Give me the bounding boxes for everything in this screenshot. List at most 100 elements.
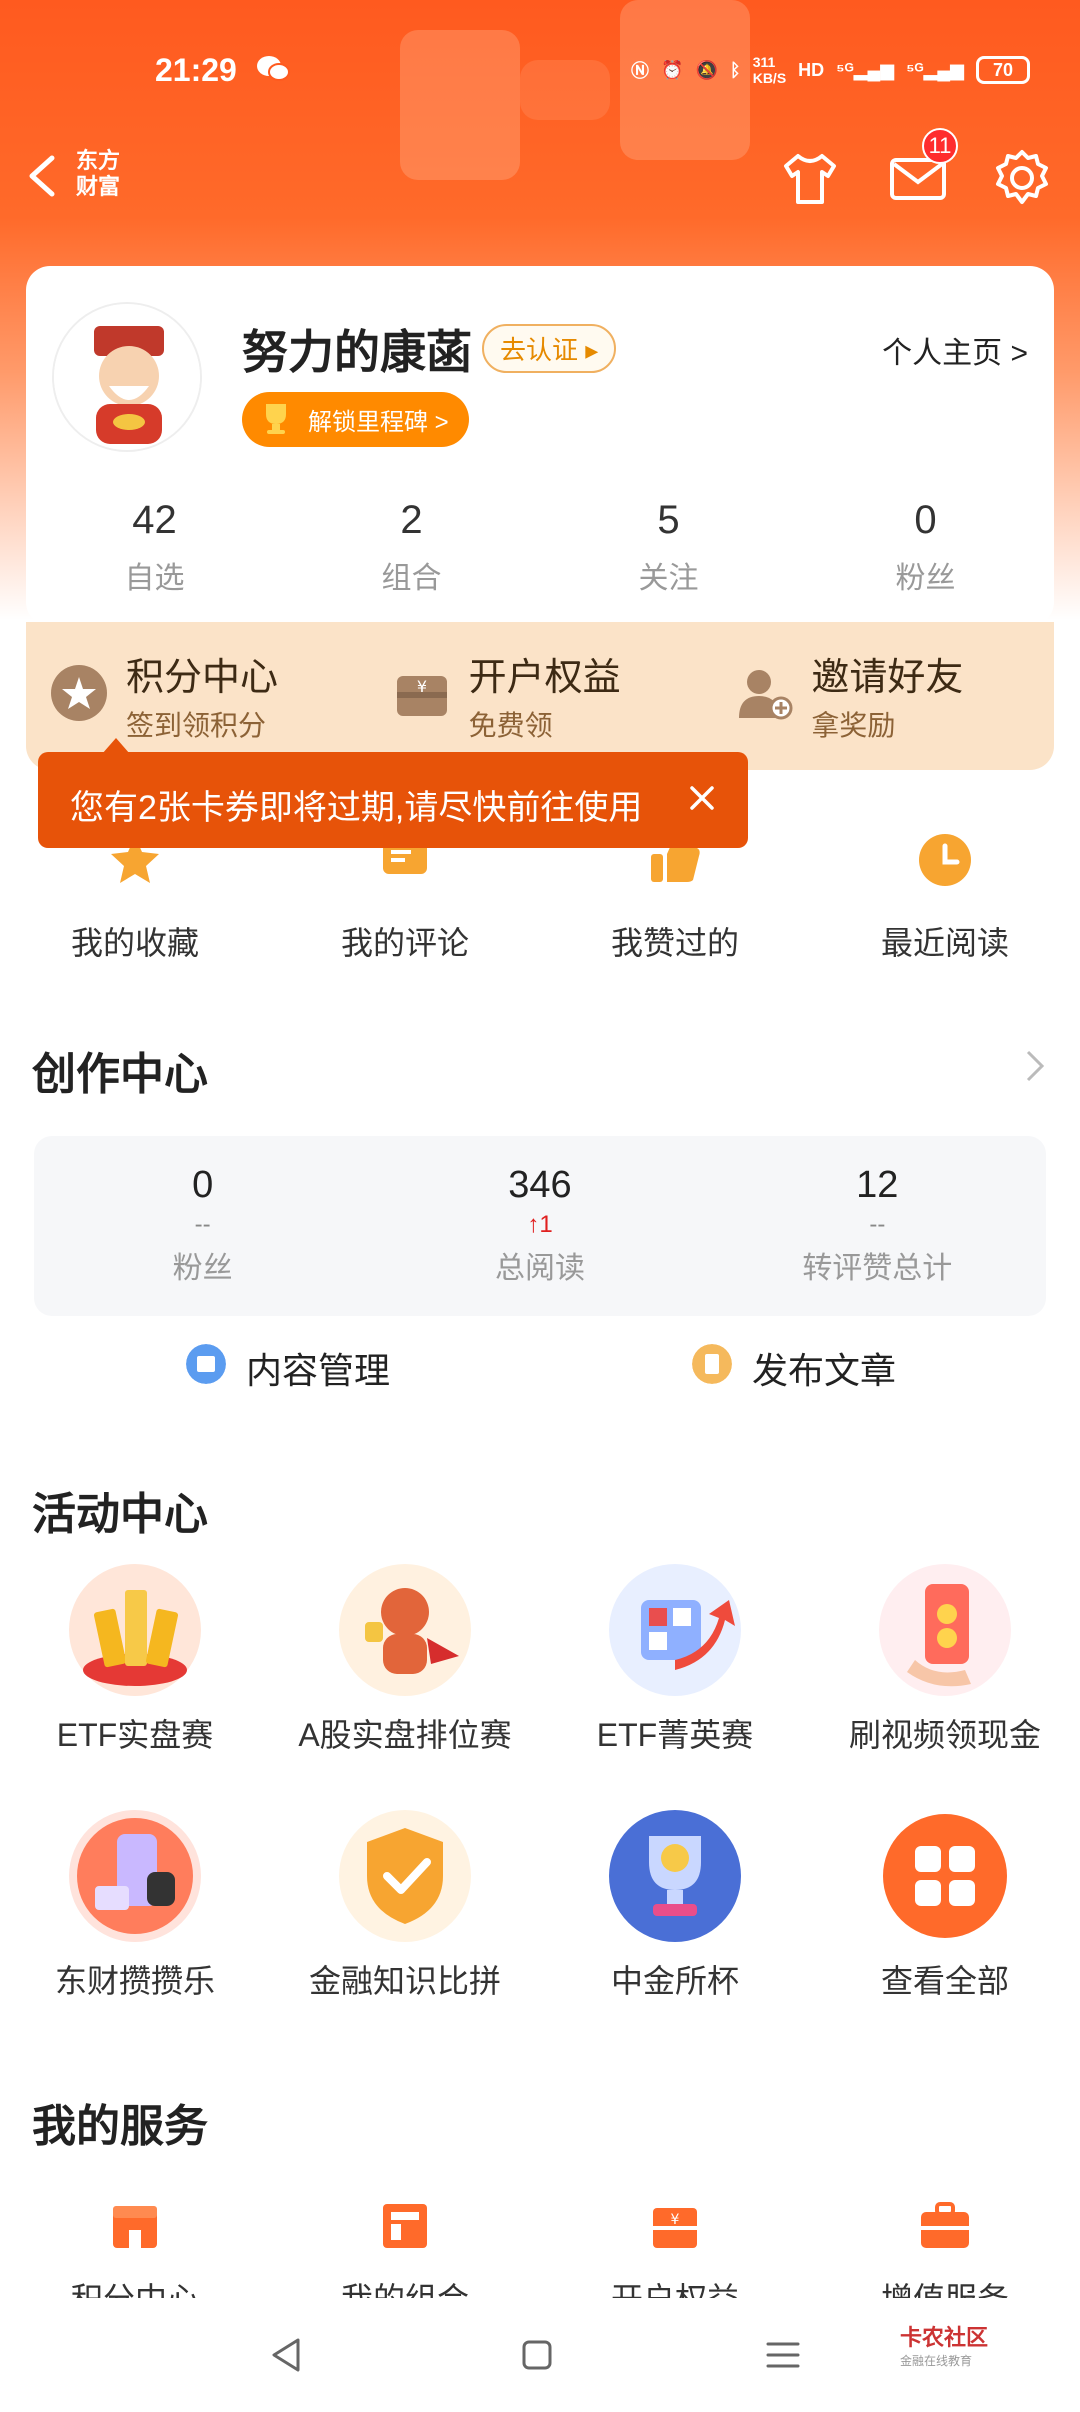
top-nav: 东方 财富 bbox=[0, 140, 1080, 220]
logo-text: 东方 bbox=[76, 148, 121, 173]
benefit-title: 邀请好友 bbox=[811, 657, 964, 699]
briefcase-icon bbox=[921, 2202, 969, 2248]
activity-a-share-ranking[interactable]: A股实盘排位赛 bbox=[270, 1560, 540, 1780]
trophy-image bbox=[609, 1810, 741, 1942]
benefit-title: 积分中心 bbox=[126, 657, 279, 699]
content-manage-label: 内容管理 bbox=[246, 1350, 391, 1391]
creator-stat-delta: -- bbox=[194, 1211, 211, 1238]
svg-text:¥: ¥ bbox=[417, 677, 427, 696]
creator-stat-fans[interactable]: 0 -- 粉丝 bbox=[34, 1136, 371, 1316]
benefit-invite-friends[interactable]: 邀请好友 拿奖励 bbox=[711, 622, 1054, 770]
phone-coin-image bbox=[879, 1564, 1011, 1696]
benefit-account-rights[interactable]: ¥ 开户权益 免费领 bbox=[369, 622, 712, 770]
stat-label: 自选 bbox=[124, 562, 185, 595]
alarm-icon: ⏰ bbox=[661, 59, 684, 80]
stat-number: 0 bbox=[914, 498, 937, 542]
store-icon bbox=[113, 2206, 157, 2248]
gold-bars-image bbox=[69, 1564, 201, 1696]
logo-text: 财富 bbox=[76, 174, 121, 199]
stat-followers[interactable]: 0 粉丝 bbox=[797, 498, 1054, 597]
back-triangle-icon[interactable] bbox=[262, 2330, 312, 2380]
bull-mascot-image bbox=[339, 1564, 471, 1696]
quick-recent[interactable]: 最近阅读 bbox=[810, 820, 1080, 970]
activity-label: 刷视频领现金 bbox=[848, 1717, 1041, 1753]
profile-stats: 42 自选 2 组合 5 关注 0 粉丝 bbox=[26, 498, 1054, 597]
verify-button[interactable]: 去认证 ▸ bbox=[482, 324, 617, 373]
watermark-subtitle: 金融在线教育 bbox=[900, 2354, 973, 2368]
benefit-points-center[interactable]: 积分中心 签到领积分 bbox=[26, 622, 369, 770]
creator-stat-number: 0 bbox=[192, 1164, 214, 1206]
service-points-center[interactable]: 积分中心 bbox=[0, 2190, 270, 2300]
creator-stat-label: 转评赞总计 bbox=[802, 1252, 953, 1285]
service-my-portfolio[interactable]: 我的组合 bbox=[270, 2190, 540, 2300]
activity-label: 中金所杯 bbox=[610, 1963, 739, 1999]
publish-article-button[interactable]: 发布文章 bbox=[692, 1342, 897, 1394]
yen-box-icon: ¥ bbox=[396, 676, 447, 716]
bluetooth-icon: ᛒ bbox=[729, 59, 741, 80]
stat-following[interactable]: 5 关注 bbox=[540, 498, 797, 597]
app-logo: 东方 财富 bbox=[76, 148, 120, 200]
homepage-link[interactable]: 个人主页 > bbox=[882, 328, 1028, 372]
stat-watchlist[interactable]: 42 自选 bbox=[26, 498, 283, 597]
service-value-added[interactable]: 增值服务 bbox=[810, 2190, 1080, 2300]
creator-stats: 0 -- 粉丝 346 ↑1 总阅读 12 -- 转评赞总计 bbox=[34, 1136, 1046, 1316]
menu-icon[interactable] bbox=[758, 2330, 808, 2380]
quick-label: 最近阅读 bbox=[880, 925, 1009, 961]
coupon-expiry-toast[interactable]: 您有2张卡券即将过期,请尽快前往使用 bbox=[38, 738, 748, 848]
status-bar: 21:29 Ⓝ ⏰ 🔕 ᛒ 311 KB/S HD ⁵ᴳ▂▄▆ ⁵ᴳ▂▄▆ 70 bbox=[0, 40, 1080, 100]
toast-arrow bbox=[102, 738, 130, 754]
activity-cffex-cup[interactable]: 中金所杯 bbox=[540, 1806, 810, 2026]
activity-center-title: 活动中心 bbox=[32, 1490, 208, 1539]
activity-dongcai-zanzanle[interactable]: 东财攒攒乐 bbox=[0, 1806, 270, 2026]
services-row: 积分中心 我的组合 ¥ 开户权益 增值服务 bbox=[0, 2190, 1080, 2300]
activity-finance-quiz[interactable]: 金融知识比拼 bbox=[270, 1806, 540, 2026]
username: 努力的康菡 bbox=[242, 326, 472, 378]
status-time: 21:29 bbox=[155, 52, 237, 88]
creator-stat-engagement[interactable]: 12 -- 转评赞总计 bbox=[709, 1136, 1046, 1316]
activity-label: 查看全部 bbox=[880, 1963, 1009, 1999]
service-account-rights[interactable]: ¥ 开户权益 bbox=[540, 2190, 810, 2300]
net-speed: 311 KB/S bbox=[752, 54, 787, 86]
watermark: 卡农社区 金融在线教育 bbox=[900, 2320, 988, 2369]
activity-etf-elite[interactable]: ETF菁英赛 bbox=[540, 1560, 810, 1780]
stat-label: 关注 bbox=[638, 562, 699, 595]
activity-view-all[interactable]: 查看全部 bbox=[810, 1806, 1080, 2026]
grid-apps-icon bbox=[883, 1814, 1007, 1938]
benefit-subtitle: 免费领 bbox=[468, 710, 553, 741]
signal-5g-icon-2: ⁵ᴳ▂▄▆ bbox=[906, 59, 964, 80]
benefit-subtitle: 签到领积分 bbox=[126, 710, 267, 741]
service-label: 开户权益 bbox=[540, 2274, 810, 2298]
activity-row-2: 东财攒攒乐 金融知识比拼 中金所杯 查看全部 bbox=[0, 1806, 1080, 2026]
system-nav-bar: 卡农社区 金融在线教育 bbox=[0, 2300, 1080, 2412]
creator-stat-reads[interactable]: 346 ↑1 总阅读 bbox=[371, 1136, 708, 1316]
home-square-icon[interactable] bbox=[512, 2330, 562, 2380]
activity-video-cash[interactable]: 刷视频领现金 bbox=[810, 1560, 1080, 1780]
document-icon bbox=[692, 1344, 732, 1384]
back-arrow-icon[interactable] bbox=[20, 146, 66, 206]
trophy-icon bbox=[266, 404, 286, 434]
publish-article-label: 发布文章 bbox=[752, 1350, 897, 1391]
battery-icon: 70 bbox=[976, 56, 1030, 84]
milestone-label: 解锁里程碑 > bbox=[308, 409, 449, 436]
avatar-image bbox=[54, 304, 200, 450]
add-user-icon bbox=[739, 670, 793, 720]
content-manage-button[interactable]: 内容管理 bbox=[186, 1342, 391, 1394]
stat-number: 42 bbox=[132, 498, 177, 542]
clock-icon bbox=[919, 834, 971, 886]
stat-number: 2 bbox=[400, 498, 423, 542]
close-icon[interactable] bbox=[684, 780, 720, 816]
avatar[interactable] bbox=[52, 302, 202, 452]
creator-center-title: 创作中心 bbox=[32, 1050, 208, 1099]
benefit-subtitle: 拿奖励 bbox=[811, 710, 896, 741]
tshirt-icon[interactable] bbox=[778, 146, 842, 210]
milestone-button[interactable]: 解锁里程碑 > bbox=[242, 392, 469, 447]
gear-icon[interactable] bbox=[990, 146, 1054, 210]
activity-etf-contest[interactable]: ETF实盘赛 bbox=[0, 1560, 270, 1780]
chevron-right-icon[interactable] bbox=[1020, 1046, 1050, 1086]
mail-badge: 11 bbox=[922, 128, 958, 164]
svg-text:¥: ¥ bbox=[671, 2212, 680, 2228]
toast-text: 您有2张卡券即将过期,请尽快前往使用 bbox=[70, 789, 643, 827]
creator-stat-delta: ↑1 bbox=[527, 1211, 553, 1238]
benefits-strip: 积分中心 签到领积分 ¥ 开户权益 免费领 邀请好友 拿奖励 bbox=[26, 622, 1054, 770]
stat-portfolio[interactable]: 2 组合 bbox=[283, 498, 540, 597]
